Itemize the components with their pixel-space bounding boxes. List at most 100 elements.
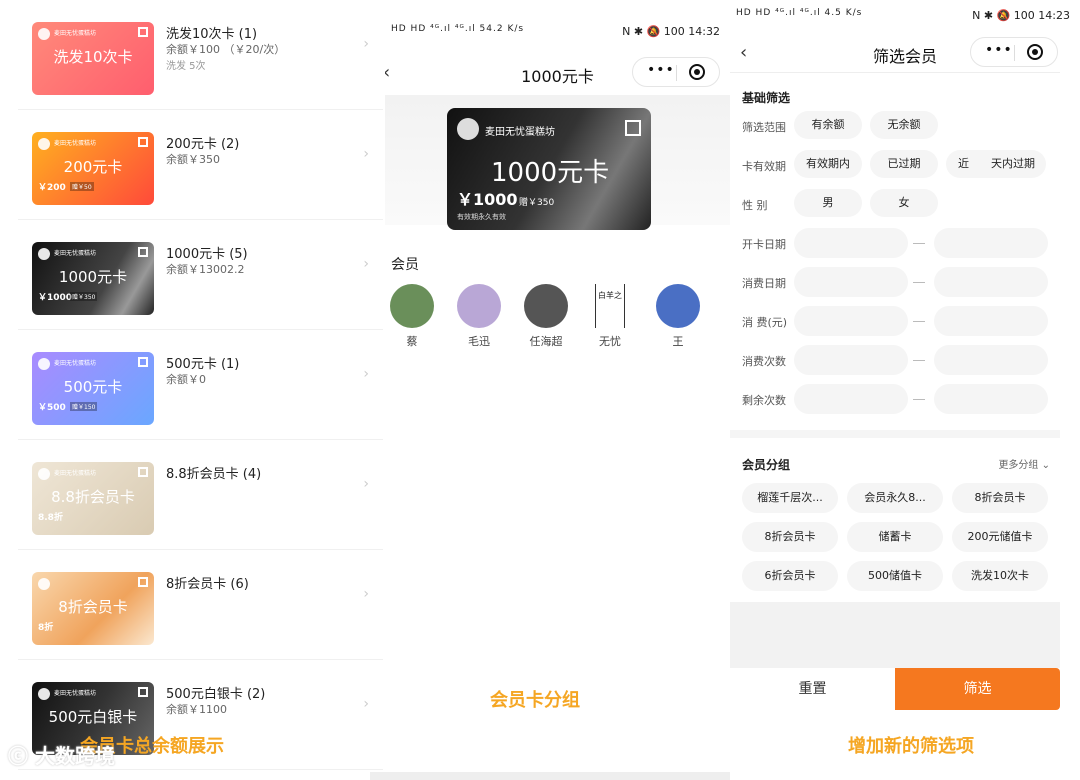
open-date-start-input[interactable] (794, 228, 908, 258)
more-icon[interactable]: ••• (985, 42, 1013, 58)
card-row[interactable]: 麦田无忧蛋糕坊 500元卡 ￥500 赠￥150 500元卡 (1) 余额￥0 › (18, 330, 383, 440)
close-target-icon[interactable] (1027, 44, 1043, 60)
member-item[interactable]: 毛迅 (454, 284, 504, 349)
watermark-logo-icon: ⓒ (8, 744, 28, 768)
qr-icon (138, 687, 148, 697)
close-target-icon[interactable] (689, 64, 705, 80)
card-thumbnail: 8折会员卡 8折 (32, 572, 154, 645)
status-right: N ✱ 🔕 100 14:23 (972, 9, 1070, 22)
member-name: 毛迅 (468, 335, 490, 348)
section-divider (730, 430, 1060, 438)
card-row[interactable]: 麦田无忧蛋糕坊 8.8折会员卡 8.8折 8.8折会员卡 (4) › (18, 440, 383, 550)
card-row[interactable]: 麦田无忧蛋糕坊 200元卡 ￥200 赠￥50 200元卡 (2) 余额￥350 › (18, 110, 383, 220)
qr-icon (625, 120, 641, 136)
group-option[interactable]: 会员永久8... (847, 483, 943, 513)
group-option[interactable]: 200元储值卡 (952, 522, 1048, 552)
consume-amount-start-input[interactable] (794, 306, 908, 336)
card-usage: 洗发 5次 (166, 61, 206, 72)
group-option[interactable]: 储蓄卡 (847, 522, 943, 552)
member-item[interactable]: 蔡 (387, 284, 437, 349)
card-name: 500元白银卡 (48, 708, 138, 726)
remain-count-end-input[interactable] (934, 384, 1048, 414)
validity-option-expired[interactable]: 已过期 (870, 150, 938, 178)
member-item[interactable]: 王 (653, 284, 703, 349)
avatar (390, 284, 434, 328)
chevron-right-icon: › (363, 366, 369, 382)
card-title: 500元白银卡 (2) (166, 687, 266, 702)
seal-avatar: 白羊之 (595, 284, 625, 328)
shop-avatar (38, 28, 50, 40)
consume-date-end-input[interactable] (934, 267, 1048, 297)
gender-option-female[interactable]: 女 (870, 189, 938, 217)
consume-count-end-input[interactable] (934, 345, 1048, 375)
bottom-scroll-bar (370, 772, 730, 780)
group-option[interactable]: 洗发10次卡 (952, 561, 1048, 591)
card-amount: ￥1000 (457, 190, 518, 209)
group-option[interactable]: 8折会员卡 (742, 522, 838, 552)
member-item[interactable]: 白羊之 无忧 (585, 284, 635, 349)
reset-button[interactable]: 重置 (730, 668, 895, 710)
member-name: 王 (672, 335, 684, 348)
card-row[interactable]: 8折会员卡 8折 8折会员卡 (6) › (18, 550, 383, 660)
group-option[interactable]: 8折会员卡 (952, 483, 1048, 513)
card-gift: 赠￥50 (70, 182, 94, 191)
card-thumbnail: 麦田无忧蛋糕坊 200元卡 ￥200 赠￥50 (32, 132, 154, 205)
shop-avatar (38, 138, 50, 150)
consume-date-start-input[interactable] (794, 267, 908, 297)
mini-program-capsule[interactable]: ••• (632, 57, 720, 87)
remain-count-label: 剩余次数 (742, 394, 786, 407)
member-group-title: 会员分组 (742, 458, 791, 472)
member-card: 麦田无忧蛋糕坊 1000元卡 ￥1000 赠￥350 有效期永久有效 (447, 108, 651, 230)
card-balance: 余额￥1100 (166, 703, 227, 716)
empty-area (730, 602, 1060, 668)
shop-avatar (38, 688, 50, 700)
shop-avatar (38, 578, 50, 590)
card-row[interactable]: 麦田无忧蛋糕坊 1000元卡 ￥1000 赠￥350 1000元卡 (5) 余额￥1300… (18, 220, 383, 330)
status-left: HD HD ⁴ᴳ.ıl ⁴ᴳ.ıl 4.5 K/s (736, 8, 863, 18)
qr-icon (138, 577, 148, 587)
card-name: 8折会员卡 (58, 598, 128, 616)
shop-avatar (457, 118, 479, 140)
gender-option-male[interactable]: 男 (794, 189, 862, 217)
more-groups-button[interactable]: 更多分组 ⌄ (998, 456, 1050, 471)
basic-filter-title: 基础筛选 (742, 91, 791, 105)
group-option[interactable]: 500储值卡 (847, 561, 943, 591)
consume-count-label: 消费次数 (742, 355, 786, 368)
member-name: 任海超 (529, 335, 563, 348)
group-option[interactable]: 榴莲千层次... (742, 483, 838, 513)
card-name: 8.8折会员卡 (51, 488, 135, 506)
card-gift: 赠￥150 (70, 402, 98, 411)
shop-avatar (38, 358, 50, 370)
watermark-text: 大数跨境 (34, 744, 115, 768)
member-item[interactable]: 任海超 (521, 284, 571, 349)
capsule-divider (1014, 45, 1015, 61)
card-title: 8折会员卡 (6) (166, 577, 249, 592)
shop-name: 麦田无忧蛋糕坊 (54, 690, 97, 697)
gender-label: 性 别 (742, 199, 768, 212)
card-thumbnail: 麦田无忧蛋糕坊 500元卡 ￥500 赠￥150 (32, 352, 154, 425)
consume-amount-end-input[interactable] (934, 306, 1048, 336)
status-right: N ✱ 🔕 100 14:32 (622, 25, 720, 38)
open-date-end-input[interactable] (934, 228, 1048, 258)
remain-count-start-input[interactable] (794, 384, 908, 414)
card-valid: 有效期永久有效 (457, 213, 506, 221)
range-option-has-balance[interactable]: 有余额 (794, 111, 862, 139)
mini-program-capsule[interactable]: ••• (970, 37, 1058, 67)
validity-option-valid[interactable]: 有效期内 (794, 150, 862, 178)
filter-button[interactable]: 筛选 (895, 668, 1060, 710)
seal-text: 白羊之 (598, 291, 622, 300)
group-option[interactable]: 6折会员卡 (742, 561, 838, 591)
card-amount: ￥500 (38, 403, 66, 413)
range-option-no-balance[interactable]: 无余额 (870, 111, 938, 139)
validity-days-label: 天内过期 (991, 157, 1035, 170)
avatar (524, 284, 568, 328)
more-icon[interactable]: ••• (647, 62, 675, 78)
card-name: 1000元卡 (491, 158, 610, 188)
card-name: 200元卡 (63, 158, 123, 176)
card-row[interactable]: 麦田无忧蛋糕坊 洗发10次卡 洗发10次卡 (1) 余额￥100 （￥20/次） 洗发 … (18, 0, 383, 110)
validity-option-expiring[interactable]: 近 天内过期 (946, 150, 1046, 178)
panel3-caption: 增加新的筛选项 (848, 736, 974, 757)
member-name: 无忧 (599, 335, 621, 348)
consume-count-start-input[interactable] (794, 345, 908, 375)
qr-icon (138, 467, 148, 477)
